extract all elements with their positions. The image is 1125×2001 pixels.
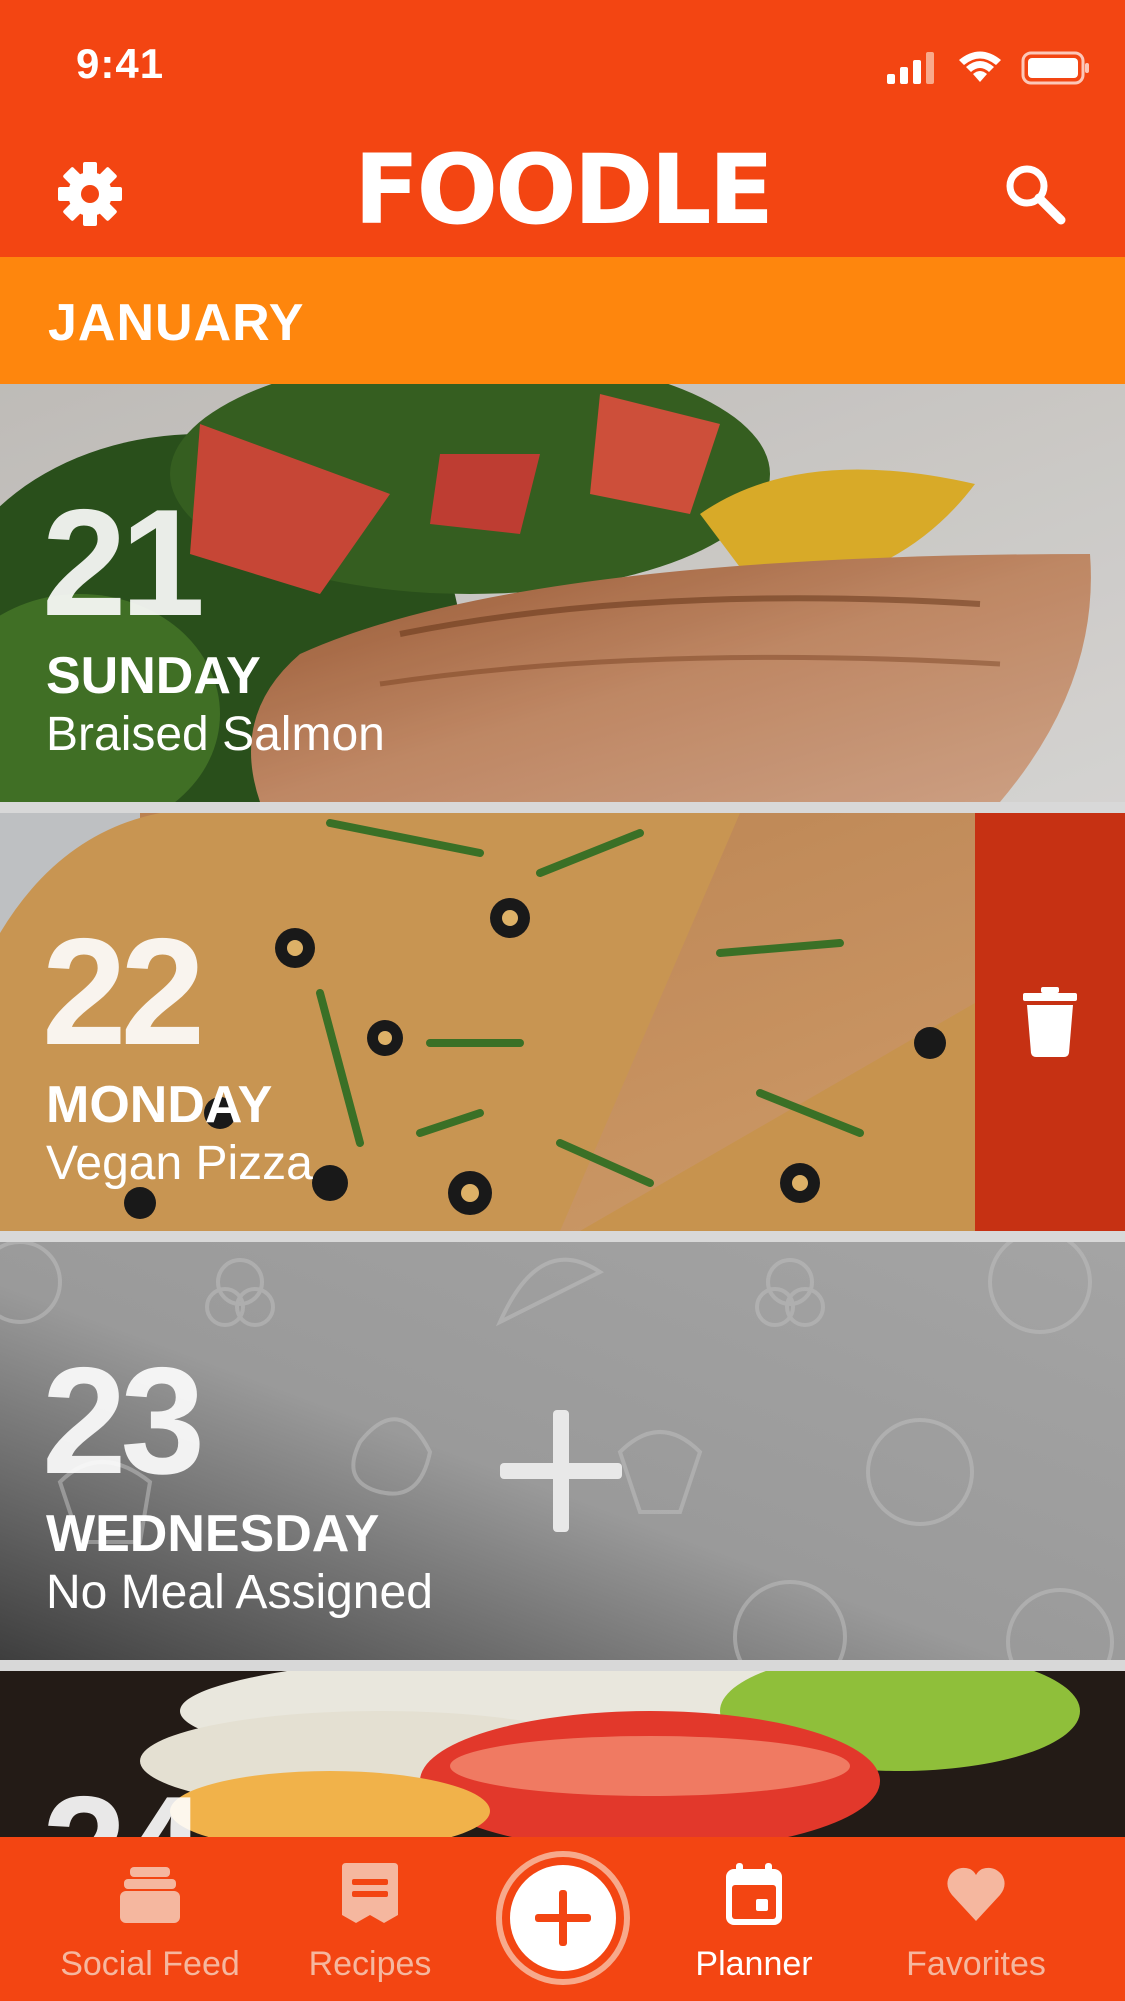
battery-icon: [1021, 51, 1089, 85]
add-circle-icon: [535, 1890, 591, 1946]
recipe-book-icon: [342, 1863, 398, 1923]
trash-icon: [1023, 987, 1077, 1057]
cards-stack-icon: [120, 1867, 180, 1923]
plus-icon[interactable]: [500, 1410, 622, 1532]
search-button[interactable]: [999, 158, 1071, 230]
tab-label: Social Feed: [60, 1945, 240, 1983]
calendar-icon: [726, 1863, 782, 1925]
day-card[interactable]: 24: [0, 1671, 1125, 1837]
add-meal-button[interactable]: [496, 1851, 630, 1985]
day-number: 23: [42, 1336, 205, 1506]
add-button-face: [510, 1865, 616, 1971]
meal-name: Braised Salmon: [46, 708, 385, 761]
day-card[interactable]: 22 MONDAY Vegan Pizza: [0, 813, 1125, 1231]
tab-label: Recipes: [308, 1945, 432, 1983]
day-number: 22: [42, 907, 205, 1077]
tab-label: Planner: [695, 1945, 813, 1983]
app-logo: FOODLE: [353, 134, 774, 246]
planner-day-list[interactable]: 21 SUNDAY Braised Salmon 22 MONDAY Vegan…: [0, 384, 1125, 1837]
day-card-empty[interactable]: 23 WEDNESDAY No Meal Assigned: [0, 1242, 1125, 1660]
delete-meal-button[interactable]: [975, 813, 1125, 1231]
status-bar: 9:41: [0, 0, 1125, 130]
wifi-icon: [959, 51, 1001, 82]
heart-icon: [947, 1867, 1005, 1921]
month-label: JANUARY: [48, 294, 305, 352]
signal-icon: [887, 52, 934, 84]
tab-social-feed[interactable]: Social Feed: [50, 1837, 250, 2001]
day-number: 21: [42, 478, 205, 648]
status-icons: [887, 48, 1091, 88]
search-icon: [1006, 165, 1066, 225]
day-card[interactable]: 21 SUNDAY Braised Salmon: [0, 384, 1125, 802]
app-header: FOODLE: [0, 130, 1125, 257]
day-weekday: SUNDAY: [46, 647, 261, 705]
day-weekday: WEDNESDAY: [46, 1505, 380, 1563]
tab-bar: Social Feed Recipes Planner Favorites: [0, 1837, 1125, 2001]
meal-name: Vegan Pizza: [46, 1137, 313, 1190]
status-time: 9:41: [76, 40, 165, 87]
day-weekday: MONDAY: [46, 1076, 273, 1134]
meal-name: No Meal Assigned: [46, 1566, 433, 1619]
tab-planner[interactable]: Planner: [654, 1837, 854, 2001]
tab-favorites[interactable]: Favorites: [876, 1837, 1076, 2001]
month-header: JANUARY: [0, 257, 1125, 384]
tab-recipes[interactable]: Recipes: [270, 1837, 470, 2001]
day-number: 24: [42, 1774, 205, 1837]
tab-label: Favorites: [906, 1945, 1046, 1983]
